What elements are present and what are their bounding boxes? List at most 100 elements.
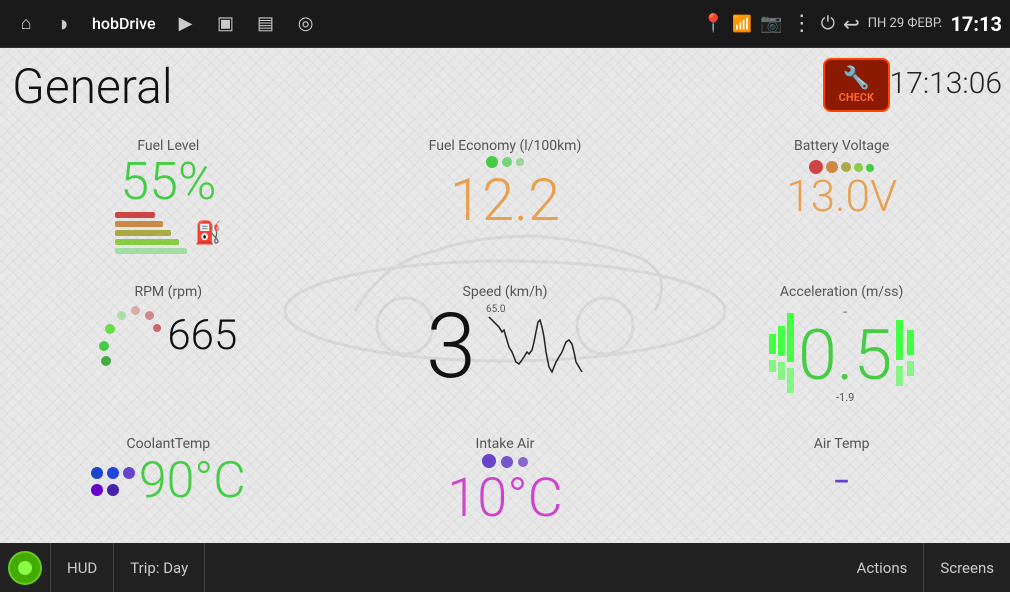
rpm-dot-6 — [145, 311, 154, 320]
screens-label: Screens — [940, 559, 994, 577]
power-icon[interactable]: ⏻ — [821, 13, 835, 34]
fuel-economy-cell: Fuel Economy (l/100km) 12.2 — [337, 128, 674, 274]
fuel-bar-1 — [115, 248, 187, 254]
air-temp-value: - — [834, 454, 849, 508]
battery-voltage-cell: Battery Voltage 13.0V — [673, 128, 1010, 274]
coolant-container: 90°C — [91, 456, 246, 506]
battery-voltage-label: Battery Voltage — [794, 138, 889, 154]
int-dot-1 — [482, 454, 496, 468]
coolant-temp-label: CoolantTemp — [127, 436, 211, 452]
battery-voltage-value: 13.0V — [786, 174, 897, 218]
accel-bar-10 — [907, 361, 914, 376]
main-content: General 🔧 CHECK 17:13:06 Fuel Level 55% … — [0, 48, 1010, 543]
page-title: General — [12, 58, 173, 115]
status-bar: ⌂ ◑ hobDrive ▶ ▣ ▤ ◎ 📍 📶 📷 ⋮ ⏻ ↩ ПН 29 Ф… — [0, 0, 1010, 48]
fuel-gauge: ⛽ — [115, 212, 222, 254]
record-icon[interactable]: ▤ — [248, 6, 284, 42]
coolant-dots — [91, 467, 135, 496]
steering-icon[interactable]: ◎ — [288, 6, 324, 42]
trip-label: Trip: Day — [130, 559, 188, 577]
int-dot-3 — [518, 457, 528, 467]
status-right: 📍 📶 📷 ⋮ ⏻ ↩ ПН 29 ФЕВР. 17:13 — [702, 11, 1002, 36]
fuel-economy-value: 12.2 — [450, 172, 560, 230]
acceleration-label: Acceleration (m/ss) — [780, 284, 903, 300]
home-icon[interactable]: ⌂ — [8, 6, 44, 42]
fuel-bars — [115, 212, 187, 254]
check-label: CHECK — [839, 91, 874, 104]
hud-label: HUD — [67, 559, 97, 577]
acceleration-value: 0.5 — [798, 321, 892, 391]
wifi-icon: 📶 — [732, 14, 752, 33]
bottom-toolbar: HUD Trip: Day Actions Screens — [0, 543, 1010, 592]
cool-dot-1 — [91, 467, 103, 479]
accel-bar-6 — [787, 368, 794, 393]
accel-bar-1 — [769, 334, 776, 354]
speed-container: 3 65.0 — [426, 302, 584, 406]
coolant-temp-value: 90°C — [139, 456, 246, 506]
status-circle — [8, 551, 42, 585]
speed-cell: Speed (km/h) 3 65.0 — [337, 274, 674, 426]
accel-bar-9 — [907, 330, 914, 355]
accel-value-container: - 0.5 -1.9 — [798, 302, 892, 404]
cool-dot-3 — [123, 467, 135, 479]
status-time: 17:13 — [950, 12, 1002, 36]
accel-bar-3 — [778, 326, 785, 356]
fuel-level-value: 55% — [120, 156, 216, 208]
intake-air-label: Intake Air — [476, 436, 535, 452]
trip-button[interactable]: Trip: Day — [114, 543, 205, 592]
accel-bar-8 — [896, 366, 903, 386]
coolant-temp-cell: CoolantTemp 90°C — [0, 426, 337, 543]
intake-air-cell: Intake Air 10°C — [337, 426, 674, 543]
screens-button[interactable]: Screens — [924, 543, 1010, 592]
cool-dot-4 — [91, 484, 103, 496]
nav-icons: ▶ ▣ ▤ ◎ — [168, 6, 324, 42]
air-temp-cell: Air Temp - — [673, 426, 1010, 543]
actions-label: Actions — [857, 559, 908, 577]
image-icon[interactable]: ▣ — [208, 6, 244, 42]
toolbar-spacer — [205, 543, 840, 592]
accel-bar-7 — [896, 320, 903, 360]
circle-indicator — [0, 543, 51, 592]
accel-bars — [769, 313, 794, 393]
accel-min-value: -1.9 — [836, 391, 854, 404]
actions-button[interactable]: Actions — [841, 543, 925, 592]
rpm-dots-container — [99, 306, 159, 366]
accel-bar-4 — [778, 362, 785, 380]
accel-bar-5 — [787, 313, 794, 362]
menu-icon[interactable]: ⋮ — [791, 11, 813, 36]
acceleration-cell: Acceleration (m/ss) — [673, 274, 1010, 426]
rpm-dot-1 — [101, 356, 111, 366]
history-icon[interactable]: ◑ — [44, 6, 80, 42]
rpm-dot-7 — [153, 324, 161, 332]
fuel-pump-icon: ⛽ — [195, 221, 222, 246]
check-engine-icon: 🔧 — [843, 66, 870, 91]
app-title: hobDrive — [92, 14, 156, 33]
fuel-bar-4 — [115, 221, 163, 227]
time-display: 17:13:06 — [890, 66, 1002, 101]
rpm-dot-4 — [117, 311, 126, 320]
rpm-dot-3 — [105, 324, 115, 334]
play-icon[interactable]: ▶ — [168, 6, 204, 42]
eco-dot-3 — [516, 158, 524, 166]
hud-button[interactable]: HUD — [51, 543, 114, 592]
acceleration-container: - 0.5 -1.9 — [769, 302, 914, 404]
eco-dot-2 — [502, 157, 512, 167]
back-icon[interactable]: ↩ — [843, 12, 860, 36]
fuel-bar-3 — [115, 230, 171, 236]
rpm-label: RPM (rpm) — [134, 284, 202, 300]
rpm-dot-2 — [99, 341, 109, 351]
fuel-level-cell: Fuel Level 55% ⛽ — [0, 128, 337, 274]
check-engine-badge[interactable]: 🔧 CHECK — [823, 58, 890, 112]
int-dot-2 — [501, 456, 513, 468]
svg-text:65.0: 65.0 — [486, 304, 506, 315]
status-date: ПН 29 ФЕВР. — [868, 16, 943, 31]
location-icon: 📍 — [702, 13, 724, 34]
cool-dot-5 — [107, 484, 119, 496]
fuel-bar-2 — [115, 239, 179, 245]
accel-bar-2 — [769, 360, 776, 372]
speed-chart: 65.0 — [484, 302, 584, 406]
sensor-grid: Fuel Level 55% ⛽ Fuel Economy (l/100km) — [0, 128, 1010, 543]
rpm-dot-5 — [131, 306, 140, 315]
rpm-cell: RPM (rpm) 665 — [0, 274, 337, 426]
intake-air-value: 10°C — [447, 472, 562, 526]
